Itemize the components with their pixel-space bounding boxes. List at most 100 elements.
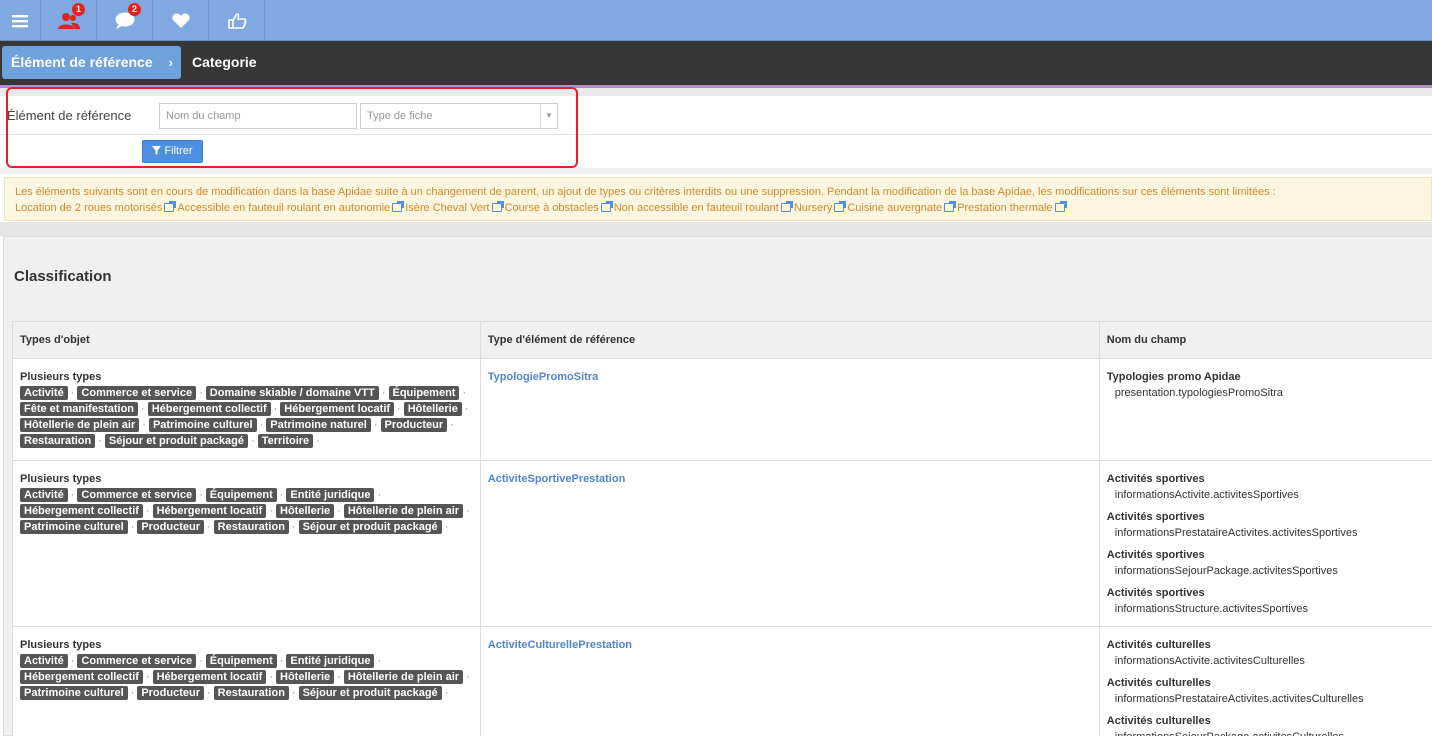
heart-icon — [171, 13, 190, 28]
separator-dot: · — [337, 671, 341, 683]
ref-type-link[interactable]: ActiviteSportivePrestation — [488, 471, 1092, 487]
field-entry: Typologies promo Apidae presentation.typo… — [1107, 369, 1425, 401]
type-tag: Patrimoine naturel — [266, 418, 371, 432]
type-tag: Producteur — [137, 686, 204, 700]
users-button[interactable]: 1 — [41, 0, 97, 41]
separator-dot: · — [130, 521, 135, 533]
separator-dot: · — [466, 505, 470, 517]
warning-link[interactable]: Location de 2 roues motorisés — [15, 202, 162, 214]
divider — [0, 222, 1432, 236]
field-cell: Activités sportives informationsActivite.… — [1098, 460, 1432, 627]
field-entry: Activités sportives informationsPrestatai… — [1107, 509, 1425, 541]
type-tag: Séjour et produit packagé — [298, 686, 442, 700]
menu-button[interactable] — [0, 0, 41, 41]
type-tag: Hébergement locatif — [152, 670, 267, 684]
column-header: Nom du champ — [1098, 321, 1432, 359]
column-header: Type d'élément de référence — [479, 321, 1100, 359]
types-cell: Plusieurs types Activité · Commerce et serv… — [12, 358, 481, 461]
favorites-button[interactable] — [153, 0, 209, 41]
separator-dot: · — [199, 489, 203, 501]
warning-link[interactable]: Isère Cheval Vert — [405, 202, 489, 214]
field-path: informationsSejourPackage.activitesCultu… — [1107, 729, 1425, 736]
field-entry: Activités culturelles informationsSejourP… — [1107, 713, 1425, 736]
separator-dot: · — [381, 387, 386, 399]
separator-dot: · — [444, 687, 449, 699]
table-row: Plusieurs types Activité · Commerce et serv… — [12, 460, 1432, 627]
field-cell: Activités culturelles informationsActivit… — [1098, 626, 1432, 736]
type-tag: Séjour et produit packagé — [104, 434, 249, 448]
tag-line: Hôtellerie de plein air · Patrimoine cultu… — [20, 417, 473, 433]
tag-line: Restauration · Séjour et produit packagé · T… — [20, 433, 473, 449]
separator-dot: · — [269, 505, 274, 517]
field-name: Activités culturelles — [1106, 677, 1211, 689]
types-title: Plusieurs types — [20, 639, 102, 651]
warning-link[interactable]: Accessible en fauteuil roulant en autono… — [177, 202, 390, 214]
external-link-icon[interactable] — [780, 201, 793, 212]
type-tag: Hôtellerie — [276, 504, 335, 518]
external-link-icon[interactable] — [600, 201, 613, 212]
warning-text: Les éléments suivants sont en cours de m… — [15, 186, 1276, 198]
table-row: Plusieurs types Activité · Commerce et serv… — [12, 626, 1432, 736]
breadcrumb-item-element-reference[interactable]: Élément de référence › — [2, 46, 181, 79]
type-tag: Commerce et service — [77, 386, 197, 400]
external-link-icon[interactable] — [491, 201, 504, 212]
separator-dot: · — [397, 403, 401, 415]
separator-dot: · — [142, 419, 146, 431]
field-path: informationsActivite.activitesCulturelle… — [1114, 655, 1305, 667]
field-name: Activités culturelles — [1106, 715, 1211, 727]
type-tag: Domaine skiable / domaine VTT — [205, 386, 379, 400]
warning-link[interactable]: Course à obstacles — [505, 202, 599, 214]
external-link-icon[interactable] — [392, 201, 405, 212]
tag-line: Activité · Commerce et service · Équipement ·… — [20, 653, 473, 669]
type-tag: Activité — [20, 488, 68, 502]
warning-link[interactable]: Non accessible en fauteuil roulant — [614, 202, 779, 214]
warning-alert: Les éléments suivants sont en cours de m… — [4, 177, 1432, 221]
warning-link[interactable]: Nursery — [794, 202, 833, 214]
separator-dot: · — [377, 655, 382, 667]
external-link-icon[interactable] — [164, 201, 177, 212]
external-link-icon[interactable] — [1054, 201, 1067, 212]
type-tag: Restauration — [213, 686, 289, 700]
type-tag: Patrimoine culturel — [20, 686, 128, 700]
separator-dot: · — [199, 655, 203, 667]
type-tag: Commerce et service — [77, 654, 197, 668]
ref-type-cell: ActiviteCulturellePrestation — [479, 626, 1100, 736]
chevron-right-icon: › — [168, 55, 173, 70]
separator-dot: · — [199, 387, 203, 399]
breadcrumb-current: Categorie — [192, 54, 257, 70]
top-toolbar: 1 2 — [0, 0, 1432, 41]
chat-button[interactable]: 2 — [97, 0, 153, 41]
field-name: Activités sportives — [1106, 549, 1205, 561]
separator-dot: · — [279, 489, 284, 501]
field-entry: Activités sportives informationsSejourPac… — [1107, 547, 1425, 579]
recommend-button[interactable] — [209, 0, 265, 41]
type-tag: Équipement — [205, 488, 277, 502]
field-cell: Typologies promo Apidae presentation.typo… — [1098, 358, 1432, 461]
type-tag: Hébergement collectif — [147, 402, 271, 416]
field-name: Typologies promo Apidae — [1106, 371, 1241, 383]
divider — [0, 168, 1432, 174]
ref-type-link[interactable]: ActiviteCulturellePrestation — [488, 637, 1092, 653]
separator-dot: · — [207, 687, 211, 699]
types-title: Plusieurs types — [20, 473, 102, 485]
field-entry: Activités sportives informationsActivite.… — [1107, 471, 1425, 503]
warning-link[interactable]: Cuisine auvergnate — [847, 202, 942, 214]
tag-line: Activité · Commerce et service · Équipement ·… — [20, 487, 473, 503]
type-tag: Hébergement locatif — [152, 504, 267, 518]
types-cell: Plusieurs types Activité · Commerce et serv… — [12, 626, 481, 736]
separator-dot: · — [141, 403, 145, 415]
tag-line: Hébergement collectif · Hébergement locati… — [20, 669, 473, 685]
separator-dot: · — [462, 387, 467, 399]
warning-link[interactable]: Prestation thermale — [957, 202, 1052, 214]
field-entry: Activités culturelles informationsPrestat… — [1107, 675, 1425, 707]
external-link-icon[interactable] — [834, 201, 847, 212]
external-link-icon[interactable] — [944, 201, 957, 212]
classification-table: Types d'objet Type d'élément de référenc… — [12, 321, 1432, 736]
separator-dot: · — [279, 655, 284, 667]
type-tag: Hôtellerie de plein air — [343, 504, 464, 518]
tag-line: Patrimoine culturel · Producteur · Restaurat… — [20, 685, 473, 701]
type-tag: Entité juridique — [286, 654, 375, 668]
ref-type-link[interactable]: TypologiePromoSitra — [488, 369, 1092, 385]
ref-type-cell: TypologiePromoSitra — [479, 358, 1100, 461]
field-path: informationsStructure.activitesSportives — [1114, 603, 1308, 615]
